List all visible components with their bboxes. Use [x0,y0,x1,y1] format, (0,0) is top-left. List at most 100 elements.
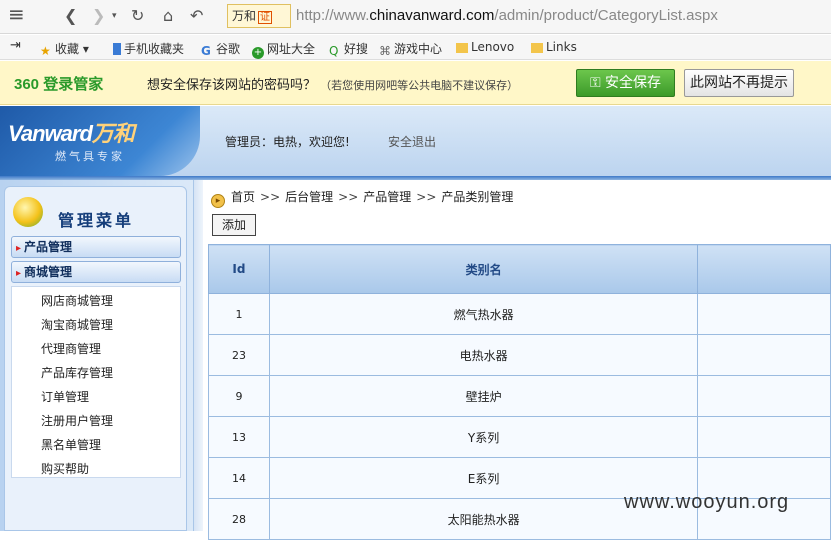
breadcrumb-item[interactable]: 首页 [231,190,255,204]
logout-link[interactable]: 安全退出 [388,133,436,150]
password-note: （若您使用网吧等公共电脑不建议保存） [320,79,519,92]
password-prompt: 想安全保存该网站的密码吗？ （若您使用网吧等公共电脑不建议保存） [147,74,518,93]
fav-item-collect[interactable]: ★ 收藏 ▾ [40,40,89,58]
fav-item-haosou[interactable]: Q 好搜 [329,40,369,58]
gamepad-icon: ⌘ [379,44,391,58]
url-domain: chinavanward.com [369,7,495,24]
history-dropdown-icon[interactable]: ▾ [112,11,117,21]
fav-item-lenovo[interactable]: Lenovo [456,40,514,54]
save-password-button[interactable]: ⚿ 安全保存 [576,69,675,97]
welcome-text: 管理员：电热，欢迎您! [225,135,350,149]
folder-icon [531,43,543,53]
fav-label: 网址大全 [267,42,316,56]
expand-arrow-icon: ▸ [16,268,22,279]
cell-id: 1 [208,293,270,335]
forward-icon[interactable]: ❯ [92,6,105,25]
menu-group-label: 产品管理 [24,240,73,254]
fav-item-mobile[interactable]: 手机收藏夹 [113,40,184,57]
reload-icon[interactable]: ↻ [131,6,144,25]
breadcrumb-item[interactable]: 后台管理 [285,190,333,204]
fav-label: Lenovo [471,40,515,54]
menu-group-mall[interactable]: ▸ 商城管理 [11,261,181,283]
url-path: /admin/product/CategoryList.aspx [494,7,718,24]
key-icon: ⚿ [589,75,601,91]
logo-slogan: 燃气具专家 [55,150,125,163]
cert-tag: 证 [258,11,273,24]
breadcrumb-item[interactable]: 产品管理 [363,190,411,204]
cell-actions [697,416,831,458]
watermark: www.wooyun.org [624,491,790,513]
url-input[interactable]: http://www.chinavanward.com/admin/produc… [296,7,718,24]
search-icon: Q [329,44,339,58]
cell-id: 23 [208,334,270,376]
add-button[interactable]: 添加 [212,214,256,236]
home-icon[interactable]: ⌂ [163,6,173,25]
sidebar-item-blacklist[interactable]: 黑名单管理 [41,436,101,453]
logo-cn: 万和 [91,121,135,146]
expand-arrow-icon: ▸ [16,243,22,254]
fav-item-google[interactable]: G 谷歌 [201,40,240,58]
fav-label: 好搜 [344,42,369,56]
cell-name: 燃气热水器 [268,293,699,335]
column-header-name: 类别名 [268,244,699,294]
menu-title: 管理菜单 [58,211,135,230]
sidebar-item-agents[interactable]: 代理商管理 [41,340,101,357]
fav-label: 手机收藏夹 [124,42,185,56]
breadcrumb-sep: >> [416,190,437,204]
password-message: 想安全保存该网站的密码吗？ [147,78,317,93]
browser-menu-icon[interactable]: ≡ [8,2,25,26]
favorites-bar: ⇥ ★ 收藏 ▾ 手机收藏夹 G 谷歌 + 网址大全 Q 好搜 ⌘ 游戏中心 Lenovo… [0,35,831,60]
menu-group-label: 商城管理 [24,265,73,279]
fav-label: 收藏 [55,42,80,56]
fav-item-games[interactable]: ⌘ 游戏中心 [379,40,443,58]
table-row: 9 壁挂炉 [208,375,831,417]
cell-id: 14 [208,457,270,499]
table-row: 13 Y系列 [208,416,831,458]
browser-toolbar: ≡ ❮ ❯ ▾ ↻ ⌂ ↶ 万和证 http://www.chinavanwar… [0,0,831,34]
breadcrumb-sep: >> [260,190,281,204]
cell-id: 28 [208,498,270,540]
breadcrumb-sep: >> [338,190,359,204]
home-circle-icon: ▸ [211,194,225,208]
breadcrumb: ▸ 首页 >> 后台管理 >> 产品管理 >> 产品类别管理 [211,188,513,208]
fav-label: 游戏中心 [394,42,443,56]
sidebar-item-inventory[interactable]: 产品库存管理 [41,364,113,381]
site-name: 万和 [232,9,257,23]
table-row: 23 电热水器 [208,334,831,376]
menu-group-products[interactable]: ▸ 产品管理 [11,236,181,258]
fav-item-sites[interactable]: + 网址大全 [252,40,315,59]
fav-item-links[interactable]: Links [531,40,577,54]
mall-submenu: 网店商城管理 淘宝商城管理 代理商管理 产品库存管理 订单管理 注册用户管理 黑… [11,286,181,478]
url-prefix: http://www. [296,7,370,24]
never-prompt-button[interactable]: 此网站不再提示 [684,69,794,97]
sidebar-item-online-mall[interactable]: 网店商城管理 [41,292,113,309]
cell-name: 壁挂炉 [268,375,699,417]
breadcrumb-item: 产品类别管理 [441,190,514,204]
phone-icon [113,43,121,55]
password-save-bar: 360 登录管家 想安全保存该网站的密码吗？ （若您使用网吧等公共电脑不建议保存… [0,61,831,105]
cell-id: 9 [208,375,270,417]
table-header-row: Id 类别名 [208,244,831,294]
undo-close-icon[interactable]: ↶ [190,6,203,25]
star-icon: ★ [40,44,51,58]
sidebar-item-help[interactable]: 购买帮助 [41,460,89,477]
table-row: 1 燃气热水器 [208,293,831,335]
sidebar-toggle-icon[interactable]: ⇥ [10,38,21,53]
cell-id: 13 [208,416,270,458]
cell-actions [697,293,831,335]
google-icon: G [201,44,211,58]
plus-icon: + [252,47,264,59]
back-icon[interactable]: ❮ [64,6,77,25]
cell-actions [697,334,831,376]
sidebar-item-taobao-mall[interactable]: 淘宝商城管理 [41,316,113,333]
sidebar-item-users[interactable]: 注册用户管理 [41,412,113,429]
sidebar-splitter[interactable] [193,180,203,531]
column-header-actions [697,244,831,294]
page-header: Vanward万和 燃气具专家 管理员：电热，欢迎您! 安全退出 [0,106,831,176]
site-identity-badge[interactable]: 万和证 [227,4,291,28]
cell-actions [697,375,831,417]
sidebar-item-orders[interactable]: 订单管理 [41,388,89,405]
logo-text: Vanward万和 [8,116,135,148]
column-header-id: Id [208,244,270,294]
menu-cube-icon [13,197,43,227]
